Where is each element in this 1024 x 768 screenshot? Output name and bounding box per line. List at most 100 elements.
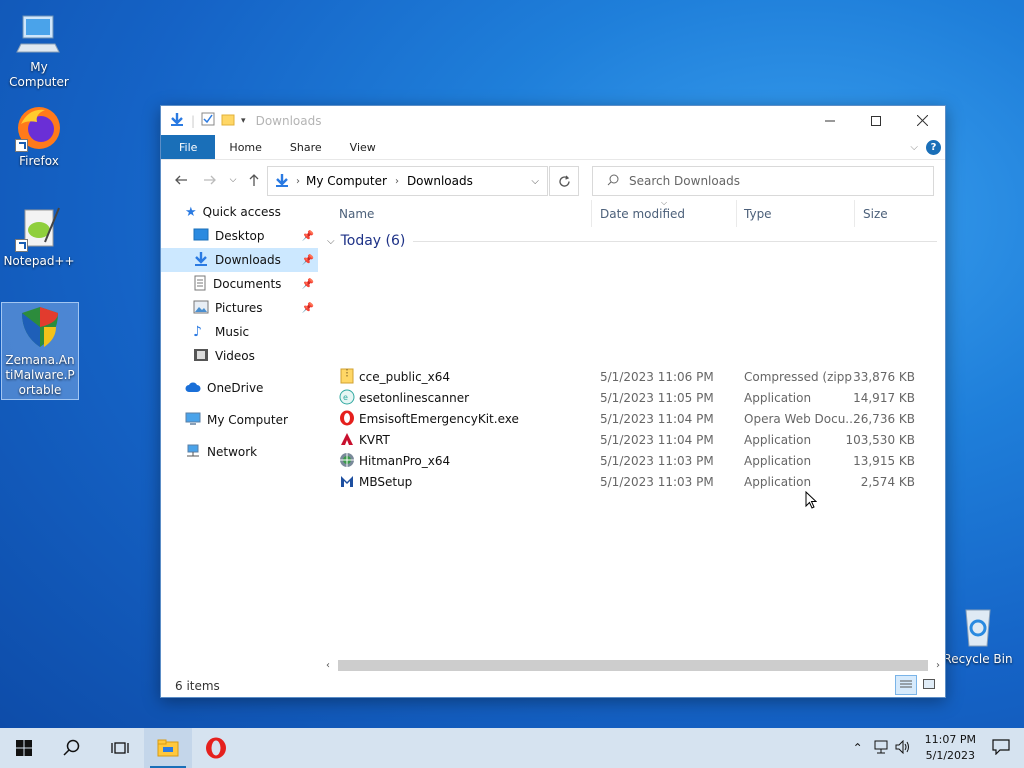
tab-share[interactable]: Share [276,135,336,159]
nav-downloads[interactable]: Downloads 📌 [161,248,318,272]
customize-qa-dropdown-icon[interactable]: ▾ [241,116,246,126]
desktop-icon-label: Recycle Bin [943,652,1013,666]
chevron-down-icon: ⌵ [327,235,335,247]
refresh-button[interactable] [549,166,579,196]
file-list: Name Date modified Type Size ⌵ ⌵ Today (… [321,198,941,670]
breadcrumb-downloads[interactable]: Downloads [407,174,473,188]
chevron-right-icon[interactable]: › [296,176,300,187]
opera-icon [339,410,355,426]
table-row[interactable]: MBSetup 5/1/2023 11:03 PM Application 2,… [335,471,935,492]
nav-music[interactable]: ♪ Music [161,320,318,344]
expand-ribbon-icon[interactable]: ⌵ [910,135,926,159]
downloads-arrow-icon [169,111,185,130]
table-row[interactable]: cce_public_x64 5/1/2023 11:06 PM Compres… [335,366,935,387]
nav-videos[interactable]: Videos [161,344,318,368]
address-bar[interactable]: › My Computer › Downloads ⌵ [267,166,548,196]
quick-access-toolbar: | ▾ [161,111,246,130]
sort-indicator-icon: ⌵ [661,198,668,207]
properties-icon[interactable] [201,112,215,129]
nav-quick-access[interactable]: ★ Quick access [161,200,318,224]
column-header-type[interactable]: Type [736,200,855,227]
downloads-folder-icon [193,251,209,270]
navigation-pane: ★ Quick access Desktop 📌 Downloads 📌 Doc… [161,200,318,670]
table-row[interactable]: KVRT 5/1/2023 11:04 PM Application 103,5… [335,429,935,450]
volume-icon[interactable] [895,739,911,757]
nav-pictures[interactable]: Pictures 📌 [161,296,318,320]
minimize-button[interactable] [807,106,853,135]
eset-icon: e [339,389,355,405]
task-view-button[interactable] [96,728,144,768]
search-box[interactable]: Search Downloads [592,166,934,196]
documents-folder-icon [193,275,207,294]
search-icon [607,174,619,189]
breadcrumb-my-computer[interactable]: My Computer [306,174,387,188]
taskbar-opera[interactable] [192,728,240,768]
tab-file[interactable]: File [161,135,216,159]
desktop-icon-recycle-bin[interactable]: Recycle Bin [938,602,1018,667]
pictures-folder-icon [193,300,209,317]
horizontal-scrollbar[interactable]: ‹ › [321,657,945,674]
taskbar-file-explorer[interactable] [144,728,192,768]
desktop-icon-label: Zemana.AntiMalware.Portable [5,353,75,397]
desktop-icon-label: Firefox [19,154,59,168]
clock[interactable]: 11:07 PM 5/1/2023 [925,732,976,764]
cloud-icon [185,381,201,396]
search-placeholder: Search Downloads [629,174,740,188]
nav-onedrive[interactable]: OneDrive [161,376,318,400]
table-row[interactable]: e esetonlinescanner 5/1/2023 11:05 PM Ap… [335,387,935,408]
desktop-folder-icon [193,228,209,245]
chevron-right-icon[interactable]: › [395,176,399,187]
maximize-button[interactable] [853,106,899,135]
pin-icon[interactable]: 📌 [302,231,314,242]
pin-icon[interactable]: 📌 [302,303,314,314]
large-icons-view-icon[interactable] [919,675,939,693]
table-row[interactable]: EmsisoftEmergencyKit.exe 5/1/2023 11:04 … [335,408,935,429]
title-bar[interactable]: | ▾ Downloads [161,106,945,135]
column-header-size[interactable]: Size [855,200,933,227]
scrollbar-thumb[interactable] [338,660,928,671]
clock-time: 11:07 PM [924,733,976,746]
address-dropdown-icon[interactable]: ⌵ [531,176,539,187]
kvrt-icon [339,431,355,447]
notifications-icon[interactable] [992,738,1010,758]
system-tray: ⌃ 11:07 PM 5/1/2023 [853,728,1024,768]
up-button[interactable] [242,168,266,192]
nav-desktop[interactable]: Desktop 📌 [161,224,318,248]
recycle-bin-icon [954,602,1002,650]
window-title: Downloads [255,113,322,128]
music-note-icon: ♪ [193,324,202,340]
group-header-today[interactable]: ⌵ Today (6) [327,233,937,249]
network-status-icon[interactable] [873,740,889,757]
mb-icon [339,473,355,489]
table-row[interactable]: HitmanPro_x64 5/1/2023 11:03 PM Applicat… [335,450,935,471]
chevron-up-icon[interactable]: ⌃ [853,741,863,755]
column-header-name[interactable]: Name [331,200,592,227]
downloads-location-icon [274,172,290,191]
desktop-icon-notepadpp[interactable]: Notepad++ [1,204,77,269]
nav-my-computer[interactable]: My Computer [161,408,318,432]
search-button[interactable] [48,728,96,768]
pin-icon[interactable]: 📌 [302,279,314,290]
star-icon: ★ [185,204,197,220]
tab-home[interactable]: Home [215,135,275,159]
desktop-icon-my-computer[interactable]: My Computer [1,10,77,90]
scroll-right-icon[interactable]: › [931,660,945,671]
pin-icon[interactable]: 📌 [302,255,314,266]
group-label: Today (6) [340,233,406,249]
scroll-left-icon[interactable]: ‹ [321,660,335,671]
new-folder-icon[interactable] [221,112,235,129]
help-icon[interactable]: ? [926,135,945,159]
svg-text:e: e [343,393,348,402]
start-button[interactable] [0,728,48,768]
forward-button[interactable] [198,168,222,192]
back-button[interactable] [169,168,193,192]
desktop-icon-zemana[interactable]: Zemana.AntiMalware.Portable [1,302,79,400]
videos-folder-icon [193,348,209,365]
desktop-icon-firefox[interactable]: Firefox [1,104,77,169]
tab-view[interactable]: View [336,135,390,159]
zip-icon [339,368,355,384]
details-view-icon[interactable] [895,675,917,695]
nav-documents[interactable]: Documents 📌 [161,272,318,296]
close-button[interactable] [899,106,945,135]
nav-network[interactable]: Network [161,440,318,464]
